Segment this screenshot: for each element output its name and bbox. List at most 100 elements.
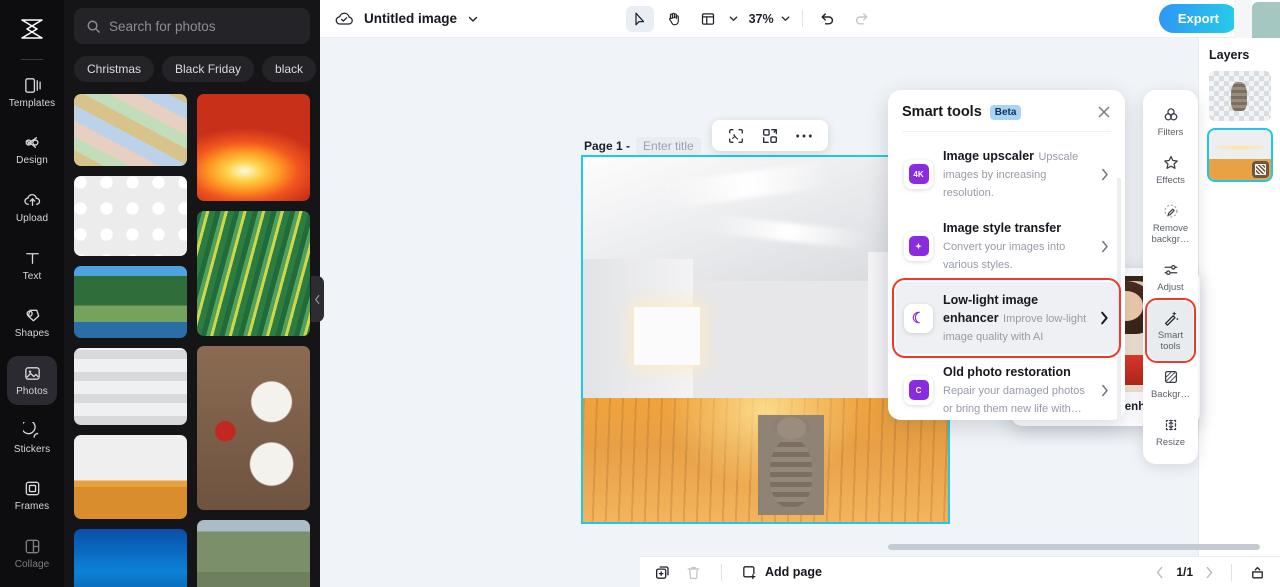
search-input[interactable]: Search for photos xyxy=(74,8,310,44)
tool-resize[interactable]: Resize xyxy=(1148,408,1193,456)
capcut-logo-icon[interactable] xyxy=(12,10,52,49)
photo-thumbnail[interactable] xyxy=(197,346,310,510)
sidebar-item-photos[interactable]: Photos xyxy=(7,356,57,405)
sidebar-item-templates[interactable]: Templates xyxy=(7,68,57,117)
sidebar-item-collage[interactable]: Collage xyxy=(7,529,57,578)
tool-label: Remove backgr… xyxy=(1151,223,1190,245)
more-options-icon[interactable] xyxy=(795,133,813,139)
photos-panel: Search for photos Christmas Black Friday… xyxy=(64,0,320,587)
zoom-chevron-down-icon[interactable] xyxy=(780,13,791,24)
smart-tool-image-upscaler[interactable]: 4K Image upscaler Upscale images by incr… xyxy=(896,138,1117,210)
cloud-saved-icon xyxy=(334,9,354,29)
add-page-button[interactable]: Add page xyxy=(741,564,822,581)
layers-panel: Layers xyxy=(1198,38,1280,556)
photo-thumbnail[interactable] xyxy=(197,211,310,336)
smart-tool-image-style-transfer[interactable]: ✦ Image style transfer Convert your imag… xyxy=(896,210,1117,282)
select-tool-button[interactable] xyxy=(625,5,654,32)
layer-mask-badge xyxy=(1252,161,1269,178)
document-title[interactable]: Untitled image xyxy=(364,11,457,26)
undo-button[interactable] xyxy=(814,6,842,32)
right-tool-rail: Filters Effects Remove backgr… Adjust Sm… xyxy=(1143,90,1198,464)
smart-tools-header: Smart tools Beta xyxy=(888,90,1125,131)
tool-label: Backgr… xyxy=(1150,389,1191,400)
redo-button[interactable] xyxy=(848,6,876,32)
photo-thumbnail[interactable] xyxy=(74,94,187,166)
tool-remove-background[interactable]: Remove backgr… xyxy=(1148,194,1193,253)
tool-label: Resize xyxy=(1155,437,1186,448)
layer-thumbnail-cat[interactable] xyxy=(1209,71,1271,121)
photo-thumbnail[interactable] xyxy=(74,348,187,425)
collapse-panel-handle[interactable] xyxy=(311,276,324,322)
chevron-right-icon xyxy=(1100,311,1109,325)
sidebar-item-label: Stickers xyxy=(13,443,51,455)
sidebar-item-label: Text xyxy=(22,270,42,282)
photo-thumbnail[interactable] xyxy=(197,94,310,201)
duplicate-page-icon[interactable] xyxy=(654,564,671,581)
chevron-right-icon[interactable] xyxy=(1205,566,1214,579)
tool-filters[interactable]: Filters xyxy=(1148,98,1193,146)
page-title-input[interactable]: Enter title xyxy=(636,137,701,155)
smart-tool-old-photo-restoration[interactable]: C Old photo restoration Repair your dama… xyxy=(896,354,1117,420)
sidebar-item-frames[interactable]: Frames xyxy=(7,472,57,521)
tool-label: Smart tools xyxy=(1157,330,1184,352)
tool-adjust[interactable]: Adjust xyxy=(1148,253,1193,301)
add-page-label: Add page xyxy=(765,565,822,579)
sidebar-item-label: Shapes xyxy=(14,328,50,340)
canvas-area[interactable]: Page 1 - Enter title Smart tools Beta 4K… xyxy=(320,38,1280,587)
beta-badge: Beta xyxy=(989,104,1022,120)
present-icon[interactable] xyxy=(1249,564,1266,581)
tool-label: Adjust xyxy=(1157,282,1184,293)
bottom-divider xyxy=(721,563,722,581)
layout-tool-button[interactable] xyxy=(694,6,722,32)
close-icon[interactable] xyxy=(1097,105,1111,119)
chip-christmas[interactable]: Christmas xyxy=(74,56,155,82)
page-header: Page 1 - Enter title xyxy=(584,137,701,155)
photo-thumbnail[interactable] xyxy=(74,176,187,256)
hand-tool-button[interactable] xyxy=(660,6,688,32)
smart-tools-popover: Smart tools Beta 4K Image upscaler Upsca… xyxy=(888,90,1125,420)
layer-thumbnail-room[interactable] xyxy=(1207,128,1273,182)
page-navigation: 1/1 xyxy=(1155,563,1266,581)
photo-thumbnail[interactable] xyxy=(74,266,187,338)
tool-smart-tools[interactable]: Smart tools xyxy=(1145,298,1196,363)
chevron-down-icon[interactable] xyxy=(467,13,479,25)
smart-tools-scrollbar[interactable] xyxy=(1117,178,1121,420)
layout-chevron-down-icon[interactable] xyxy=(728,13,739,24)
page-label: Page 1 - xyxy=(584,139,631,153)
smart-tools-title: Smart tools xyxy=(902,104,982,120)
chevron-right-icon xyxy=(1101,168,1109,181)
chevron-left-icon[interactable] xyxy=(1155,566,1164,579)
qr-code-icon[interactable] xyxy=(761,127,779,145)
tool-background[interactable]: Backgr… xyxy=(1148,360,1193,408)
sidebar-item-shapes[interactable]: Shapes xyxy=(7,299,57,348)
tool-label: Effects xyxy=(1156,175,1185,186)
photo-thumbnail[interactable] xyxy=(74,435,187,519)
photo-grid xyxy=(74,94,310,587)
trash-icon[interactable] xyxy=(685,564,702,581)
sidebar-item-stickers[interactable]: Stickers xyxy=(7,414,57,463)
page-counter: 1/1 xyxy=(1176,565,1193,579)
smart-tool-title: Old photo restoration xyxy=(943,365,1071,379)
image-4k-upscale-icon: 4K xyxy=(904,159,933,189)
photo-thumbnail[interactable] xyxy=(197,520,310,587)
tool-effects[interactable]: Effects xyxy=(1148,146,1193,194)
sidebar-item-label: Upload xyxy=(15,213,49,225)
moon-stars-icon: ☾ xyxy=(904,303,933,333)
chip-black[interactable]: black xyxy=(262,56,317,82)
toolbar-divider xyxy=(801,10,803,27)
sidebar-item-upload[interactable]: Upload xyxy=(7,183,57,232)
main-area: Untitled image 37% Export Page 1 - Enter… xyxy=(320,0,1280,587)
avatar[interactable] xyxy=(1234,0,1280,38)
search-icon xyxy=(86,19,101,34)
sidebar-item-text[interactable]: Text xyxy=(7,241,57,290)
smart-tool-low-light-image-enhancer[interactable]: ☾ Low-light image enhancer Improve low-l… xyxy=(892,278,1121,358)
sidebar-item-label: Frames xyxy=(14,501,50,513)
canvas-horizontal-scrollbar[interactable] xyxy=(888,544,1260,550)
chip-black-friday[interactable]: Black Friday xyxy=(162,56,255,82)
photo-thumbnail[interactable] xyxy=(74,529,187,587)
sidebar-item-design[interactable]: Design xyxy=(7,126,57,175)
export-button[interactable]: Export xyxy=(1158,4,1238,33)
photo-column-right xyxy=(197,94,310,587)
zoom-level[interactable]: 37% xyxy=(749,12,774,26)
select-area-icon[interactable] xyxy=(727,127,745,145)
